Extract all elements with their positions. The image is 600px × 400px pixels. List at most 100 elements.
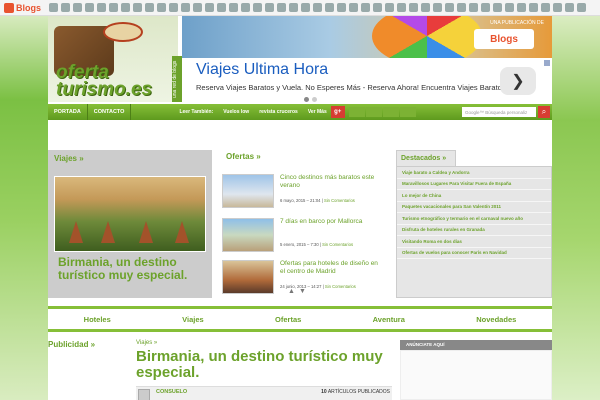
search-input[interactable]: Google™ Búsqueda personaliz: [462, 107, 536, 117]
nav-contacto[interactable]: CONTACTO: [88, 104, 132, 120]
ad-banner[interactable]: Viajes Ultima Hora Reserva Viajes Barato…: [182, 58, 552, 102]
category-hoteles[interactable]: Hoteles: [84, 315, 111, 324]
network-site-icon[interactable]: [409, 3, 419, 12]
network-site-icon[interactable]: [157, 3, 167, 12]
network-site-icon[interactable]: [205, 3, 215, 12]
ad-title[interactable]: Viajes Ultima Hora: [196, 61, 328, 79]
nav-sub-vuelos[interactable]: Vuelos low: [223, 109, 249, 115]
network-site-icon[interactable]: [289, 3, 299, 12]
list-item[interactable]: Viaje barato a Caldea y Andorra: [397, 167, 551, 179]
category-ofertas[interactable]: Ofertas: [275, 315, 301, 324]
viajes-title[interactable]: Viajes »: [48, 150, 212, 167]
mallorca-thumbnail[interactable]: [222, 218, 274, 252]
nav-sub-cruceros[interactable]: revista cruceros: [259, 109, 298, 115]
network-site-icon[interactable]: [313, 3, 323, 12]
network-site-icon[interactable]: [445, 3, 455, 12]
network-site-icon[interactable]: [565, 3, 575, 12]
birmania-image[interactable]: [54, 176, 206, 252]
network-site-icon[interactable]: [493, 3, 503, 12]
network-site-icon[interactable]: [433, 3, 443, 12]
google-plus-icon[interactable]: g+: [330, 106, 345, 118]
network-logo[interactable]: Blogs: [4, 2, 41, 13]
list-item[interactable]: Lo mejor de China: [397, 190, 551, 202]
network-site-icon[interactable]: [421, 3, 431, 12]
network-site-icon[interactable]: [457, 3, 467, 12]
list-item[interactable]: Maravillosos Lugares Para Visitar Fuera …: [397, 179, 551, 190]
publisher-logo[interactable]: Blogs: [474, 29, 534, 49]
network-site-icon[interactable]: [133, 3, 143, 12]
network-site-icon[interactable]: [253, 3, 263, 12]
network-site-icon[interactable]: [49, 3, 59, 12]
list-item[interactable]: Visitando Roma en dos días: [397, 236, 551, 248]
viajes-caption[interactable]: Birmania, un destino turístico muy espec…: [58, 256, 208, 282]
ad-next-button[interactable]: ❯: [500, 67, 536, 95]
network-site-icon[interactable]: [121, 3, 131, 12]
network-site-icon[interactable]: [469, 3, 479, 12]
list-item[interactable]: Disfruta de hoteles rurales en Granada: [397, 225, 551, 236]
network-site-icon[interactable]: [277, 3, 287, 12]
scroll-down-icon[interactable]: ▼: [299, 288, 306, 295]
network-site-icon[interactable]: [169, 3, 179, 12]
oferta-title[interactable]: Ofertas para hoteles de diseño en el cen…: [280, 260, 380, 276]
oferta-comments[interactable]: Sin Comentarios: [322, 242, 353, 247]
network-site-icon[interactable]: [229, 3, 239, 12]
ad-dot[interactable]: [312, 97, 317, 102]
author-name[interactable]: CONSUELO: [156, 389, 187, 395]
oferta-comments[interactable]: Sin Comentarios: [324, 198, 355, 203]
network-site-icon[interactable]: [145, 3, 155, 12]
network-site-icon[interactable]: [349, 3, 359, 12]
category-viajes[interactable]: Viajes: [182, 315, 204, 324]
network-site-icon[interactable]: [529, 3, 539, 12]
network-site-icon[interactable]: [109, 3, 119, 12]
network-site-icon[interactable]: [337, 3, 347, 12]
network-site-icon[interactable]: [97, 3, 107, 12]
network-site-icon[interactable]: [181, 3, 191, 12]
avatar[interactable]: [138, 389, 150, 400]
category-novedades[interactable]: Novedades: [476, 315, 516, 324]
nav-sub-ver-mas[interactable]: Ver Más: [308, 109, 327, 115]
ad-choices-icon[interactable]: [544, 60, 550, 66]
network-site-icon[interactable]: [265, 3, 275, 12]
network-site-icon[interactable]: [61, 3, 71, 12]
list-item[interactable]: Paquetes vacacionales para San Valentín …: [397, 202, 551, 213]
network-site-icon[interactable]: [193, 3, 203, 12]
ofertas-title[interactable]: Ofertas »: [222, 150, 382, 163]
scroll-up-icon[interactable]: ▲: [288, 288, 295, 295]
network-site-icon[interactable]: [517, 3, 527, 12]
network-site-icon[interactable]: [577, 3, 587, 12]
breadcrumb[interactable]: Viajes »: [136, 340, 157, 346]
network-site-icon[interactable]: [85, 3, 95, 12]
publicidad-heading[interactable]: Publicidad »: [48, 340, 95, 349]
network-site-icon[interactable]: [241, 3, 251, 12]
list-item[interactable]: 7 días en barco por Mallorca 5 enero, 20…: [222, 218, 382, 260]
network-site-icon[interactable]: [481, 3, 491, 12]
network-site-icon[interactable]: [217, 3, 227, 12]
network-site-icon[interactable]: [301, 3, 311, 12]
oferta-title[interactable]: 7 días en barco por Mallorca: [280, 218, 380, 226]
network-site-icon[interactable]: [361, 3, 371, 12]
list-item[interactable]: Ofertas para hoteles de diseño en el cen…: [222, 260, 382, 302]
advertise-here-label[interactable]: ANÚNCIATE AQUÍ: [400, 340, 552, 350]
destacados-tab[interactable]: Destacados »: [396, 150, 456, 166]
network-site-icon[interactable]: [373, 3, 383, 12]
sidebar-ad-slot[interactable]: [400, 350, 552, 400]
network-site-icon[interactable]: [505, 3, 515, 12]
search-button[interactable]: ⌕: [538, 106, 550, 118]
site-logo[interactable]: oferta turismo.es: [48, 16, 178, 102]
list-item[interactable]: Cinco destinos más baratos este verano 6…: [222, 174, 382, 216]
network-site-icon[interactable]: [73, 3, 83, 12]
network-site-icon[interactable]: [397, 3, 407, 12]
ad-dot[interactable]: [304, 97, 309, 102]
network-site-icon[interactable]: [541, 3, 551, 12]
network-site-icon[interactable]: [325, 3, 335, 12]
category-aventura[interactable]: Aventura: [373, 315, 405, 324]
nav-portada[interactable]: PORTADA: [48, 104, 88, 120]
network-site-icon[interactable]: [553, 3, 563, 12]
list-item[interactable]: Ofertas de vuelos para conocer París en …: [397, 248, 551, 259]
oferta-title[interactable]: Cinco destinos más baratos este verano: [280, 174, 380, 190]
network-site-icon[interactable]: [385, 3, 395, 12]
oferta-comments[interactable]: Sin Comentarios: [325, 284, 356, 289]
paris-thumbnail[interactable]: [222, 174, 274, 208]
list-item[interactable]: Turismo etnográfico y termario en el car…: [397, 213, 551, 225]
madrid-thumbnail[interactable]: [222, 260, 274, 294]
